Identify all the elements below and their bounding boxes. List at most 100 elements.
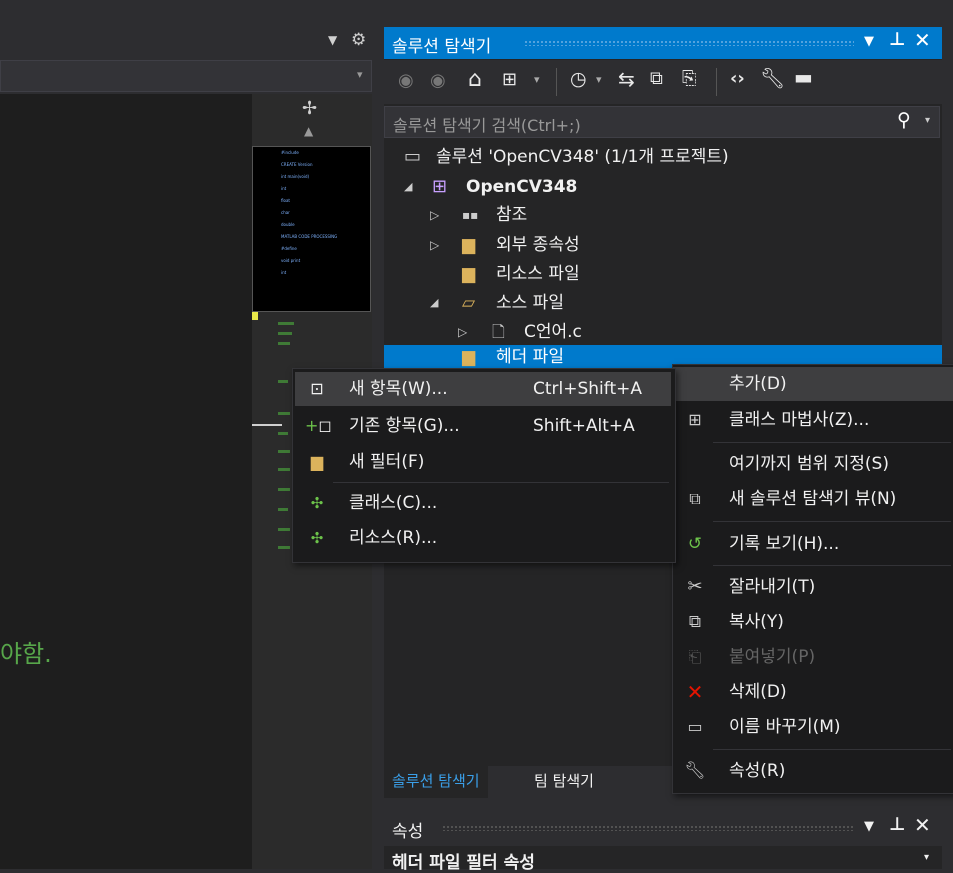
menu-item-label: 복사(Y) [729, 612, 784, 632]
code-comment-text: 야함. [0, 640, 52, 668]
wrench-icon[interactable]: 🔧︎ [760, 66, 785, 90]
menu-item-copy[interactable]: ⧉ 복사(Y) [673, 605, 953, 639]
split-icon[interactable]: ✢ [302, 98, 317, 119]
existing-item-icon: +◻ [305, 416, 332, 435]
tree-item-references[interactable]: ▷ ▪▪ 참조 [384, 201, 942, 229]
menu-item-paste[interactable]: ⎗ 붙여넣기(P) [673, 640, 953, 674]
expanded-arrow-icon[interactable]: ◢ [404, 173, 412, 201]
tree-item-project[interactable]: ◢ ⊞ OpenCV348 [384, 173, 942, 201]
context-menu: 추가(D) ⊞ 클래스 마법사(Z)... 여기까지 범위 지정(S) ⧉ 새 … [672, 364, 953, 794]
minimap-line: MATLAB CODE PROCESSING [281, 234, 338, 239]
properties-titlebar[interactable]: 속성 ▼ ⊥ ✕ [384, 812, 942, 844]
dropdown-arrow-icon[interactable]: ▼ [328, 33, 337, 47]
member-dropdown[interactable]: ▾ [0, 60, 372, 92]
tree-item-label: 외부 종속성 [496, 235, 580, 255]
folder-icon: ▆ [462, 235, 476, 255]
switch-views-icon[interactable]: ⊞ [502, 69, 517, 90]
menu-item-existing-item[interactable]: +◻ 기존 항목(G)... Shift+Alt+A [295, 409, 671, 443]
menu-item-resource[interactable]: ✣ 리소스(R)... [295, 521, 671, 555]
minimap-line: int main(void) [281, 174, 310, 179]
gear-icon[interactable]: ⚙ [351, 30, 366, 50]
view-code-icon[interactable]: ‹› [730, 68, 745, 89]
tree-item-label: 소스 파일 [496, 293, 564, 313]
tree-item-solution[interactable]: ▭ 솔루션 'OpenCV348' (1/1개 프로젝트) [384, 143, 942, 171]
menu-item-shortcut: Ctrl+Shift+A [533, 379, 643, 399]
dropdown-arrow-icon[interactable]: ▾ [534, 73, 540, 86]
pin-icon[interactable]: ⊥ [889, 814, 905, 835]
menu-item-class-wizard[interactable]: ⊞ 클래스 마법사(Z)... [673, 403, 953, 437]
expanded-arrow-icon[interactable]: ◢ [430, 289, 438, 317]
menu-item-new-item[interactable]: ⊡ 새 항목(W)... Ctrl+Shift+A [295, 372, 671, 406]
close-icon[interactable]: ✕ [914, 28, 931, 52]
c-file-icon: 🗋︎ [492, 322, 505, 341]
new-filter-icon: ▆ [310, 452, 324, 471]
menu-item-view-history[interactable]: ↺ 기록 보기(H)... [673, 527, 953, 561]
dropdown-arrow-icon[interactable]: ▾ [596, 73, 602, 86]
tree-item-label: 리소스 파일 [496, 264, 580, 284]
paste-icon: ⎗ [688, 647, 702, 666]
minimap-code-line [278, 468, 290, 471]
copy-icon: ⧉ [688, 612, 702, 632]
pin-icon[interactable]: ⊥ [889, 29, 905, 50]
tree-item-source-files[interactable]: ◢ ▱ 소스 파일 [384, 289, 942, 317]
menu-item-label: 이름 바꾸기(M) [729, 717, 841, 737]
tab-solution-explorer[interactable]: 솔루션 탐색기 [384, 766, 488, 798]
tree-item-external-deps[interactable]: ▷ ▆ 외부 종속성 [384, 231, 942, 259]
menu-item-label: 클래스(C)... [349, 493, 438, 513]
close-icon[interactable]: ✕ [914, 813, 931, 837]
solution-explorer-search[interactable]: 솔루션 탐색기 검색(Ctrl+;) ⚲ ▾ [384, 106, 940, 138]
menu-item-class[interactable]: ✣ 클래스(C)... [295, 486, 671, 520]
minimap-line: char [281, 210, 290, 215]
show-all-files-icon[interactable]: ⎘ [682, 68, 696, 89]
properties-body: 헤더 파일 필터 속성 ▾ [384, 846, 942, 873]
solution-explorer-titlebar[interactable]: 솔루션 탐색기 ▼ ⊥ ✕ [384, 27, 942, 59]
menu-item-label: 기존 항목(G)... [349, 416, 460, 436]
minimap-code-line [278, 432, 288, 435]
back-icon[interactable]: ◉ [398, 70, 414, 91]
references-icon: ▪▪ [462, 208, 479, 222]
menu-item-cut[interactable]: ✂ 잘라내기(T) [673, 570, 953, 604]
menu-item-add[interactable]: 추가(D) [673, 367, 953, 401]
pending-changes-icon[interactable]: ◷ [570, 68, 587, 90]
tree-item-resource-files[interactable]: ▆ 리소스 파일 [384, 260, 942, 288]
collapse-all-icon[interactable]: ⧉ [650, 68, 663, 89]
history-icon: ↺ [687, 534, 703, 554]
scroll-up-icon[interactable]: ▲ [304, 124, 313, 138]
properties-subject[interactable]: 헤더 파일 필터 속성 [392, 848, 535, 873]
dropdown-arrow-icon[interactable]: ▼ [864, 819, 874, 834]
collapsed-arrow-icon[interactable]: ▷ [458, 318, 467, 346]
menu-item-new-explorer-view[interactable]: ⧉ 새 솔루션 탐색기 뷰(N) [673, 482, 953, 516]
minimap-code-line [278, 546, 290, 549]
menu-item-scope-to-this[interactable]: 여기까지 범위 지정(S) [673, 447, 953, 481]
sync-icon[interactable]: ⇆ [618, 67, 635, 91]
forward-icon[interactable]: ◉ [430, 70, 446, 91]
collapsed-arrow-icon[interactable]: ▷ [430, 231, 439, 259]
chevron-down-icon[interactable]: ▾ [925, 115, 930, 126]
tab-team-explorer[interactable]: 팀 탐색기 [526, 766, 602, 796]
menu-item-properties[interactable]: 🔧︎ 속성(R) [673, 754, 953, 788]
minimap-line: CREATE Version [281, 162, 313, 167]
search-icon[interactable]: ⚲ [897, 109, 911, 131]
home-icon[interactable]: ⌂ [468, 67, 482, 92]
menu-item-new-filter[interactable]: ▆ 새 필터(F) [295, 445, 671, 479]
delete-icon: ✕ [686, 680, 704, 704]
minimap-viewport[interactable]: #include CREATE Version int main(void) i… [252, 146, 371, 312]
wrench-icon: 🔧︎ [684, 761, 706, 781]
collapsed-arrow-icon[interactable]: ▷ [430, 201, 439, 229]
tree-item-source-c[interactable]: ▷ 🗋︎ C언어.c [384, 318, 942, 346]
chevron-down-icon[interactable]: ▾ [924, 852, 929, 863]
dropdown-arrow-icon[interactable]: ▼ [864, 34, 874, 49]
solution-icon: ▭ [404, 146, 422, 167]
minimap-code-line [278, 412, 290, 415]
minimap-line: void print [281, 258, 301, 263]
preview-icon[interactable]: ▬ [794, 65, 813, 89]
project-icon: ⊞ [432, 176, 448, 197]
code-editor[interactable]: 야함. [0, 94, 252, 869]
minimap-code-line [278, 528, 290, 531]
tree-item-label: 헤더 파일 [496, 347, 564, 367]
solution-explorer-toolbar: ◉ ◉ ⌂ ⊞ ▾ ◷ ▾ ⇆ ⧉ ⎘ ‹› 🔧︎ ▬ [384, 60, 942, 104]
menu-item-delete[interactable]: ✕ 삭제(D) [673, 675, 953, 709]
add-class-icon: ✣ [310, 494, 324, 512]
folder-icon: ▆ [462, 347, 476, 367]
menu-item-rename[interactable]: ▭ 이름 바꾸기(M) [673, 710, 953, 744]
